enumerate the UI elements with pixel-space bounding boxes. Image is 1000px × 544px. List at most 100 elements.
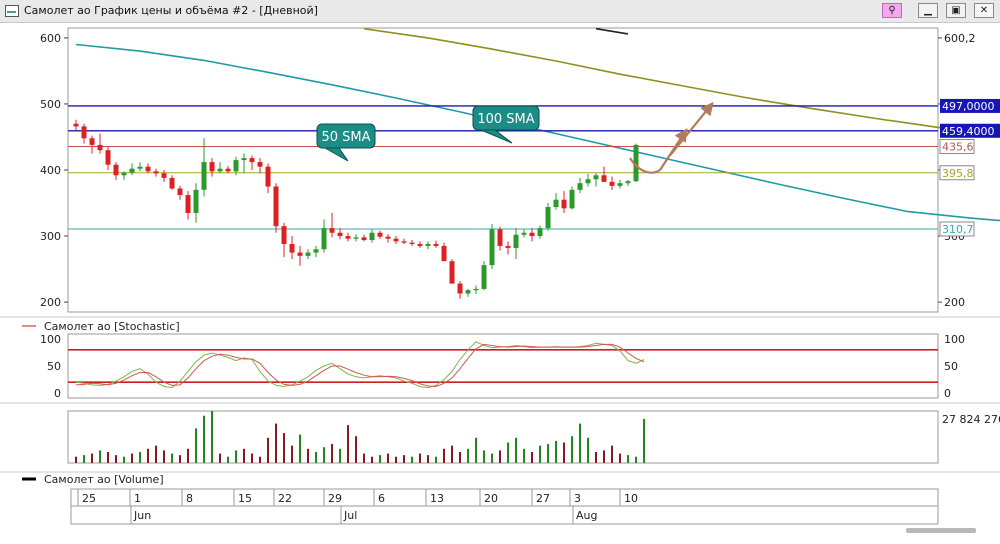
volume-bar <box>291 445 293 463</box>
volume-bar <box>211 411 213 463</box>
volume-bar <box>539 445 541 463</box>
volume-bar <box>355 436 357 463</box>
candle-body <box>561 199 567 209</box>
candle-body <box>265 166 271 187</box>
volume-bar <box>611 445 613 463</box>
candle-body <box>545 206 551 229</box>
chart-window-body: 50 SMA100 SMA 20020030030040040050050060… <box>0 23 1000 540</box>
candle-body <box>217 168 223 172</box>
candle-body <box>169 177 175 189</box>
chart-canvas[interactable]: 50 SMA100 SMA 20020030030040040050050060… <box>0 23 1000 540</box>
right-axis-label: 600,2 <box>944 32 976 45</box>
volume-bar <box>403 455 405 463</box>
candle-body <box>81 126 87 139</box>
volume-bar <box>395 456 397 463</box>
stochastic-line <box>75 343 645 388</box>
volume-bar <box>131 453 133 463</box>
volume-bar <box>83 455 85 463</box>
volume-bar <box>435 456 437 463</box>
callout-pointer <box>480 129 513 144</box>
candle-body <box>529 232 535 237</box>
volume-bar <box>499 450 501 463</box>
volume-bar <box>419 453 421 463</box>
date-label: 3 <box>574 492 581 505</box>
maximize-button[interactable]: ▣ <box>946 3 966 18</box>
volume-bar <box>115 455 117 463</box>
callout-pointer <box>323 147 349 162</box>
candle-body <box>121 172 127 176</box>
date-label: 8 <box>186 492 193 505</box>
date-label: 1 <box>134 492 141 505</box>
date-label: 29 <box>328 492 342 505</box>
candle-body <box>329 228 335 233</box>
volume-bar <box>307 448 309 463</box>
window-chart-icon <box>5 5 19 17</box>
date-label: 25 <box>82 492 96 505</box>
candle-body <box>193 189 199 213</box>
candle-body <box>497 229 503 246</box>
price-badge-label: 310,7 <box>942 223 974 236</box>
right-axis-label: 200 <box>944 296 965 309</box>
volume-bar <box>555 440 557 463</box>
candle-body <box>481 265 487 289</box>
volume-bar <box>235 450 237 463</box>
candle-body <box>209 162 215 172</box>
candle-body <box>201 162 207 190</box>
candle-body <box>345 236 351 239</box>
candle-body <box>281 226 287 244</box>
candle-body <box>129 168 135 173</box>
candle-body <box>161 173 167 178</box>
volume-bar <box>99 450 101 463</box>
volume-bar <box>267 437 269 463</box>
date-label: 22 <box>278 492 292 505</box>
close-button[interactable]: ✕ <box>974 3 994 18</box>
left-axis-label: 400 <box>40 164 61 177</box>
volume-panel-frame <box>67 410 939 464</box>
horizontal-scrollbar[interactable] <box>906 528 976 533</box>
volume-bar <box>635 456 637 463</box>
candle-body <box>593 175 599 180</box>
candle-body <box>513 234 519 248</box>
candle-body <box>489 229 495 266</box>
price-badge-label: 459,4000 <box>942 125 995 138</box>
candle-body <box>377 232 383 237</box>
volume-bar <box>147 448 149 463</box>
volume-bar <box>459 451 461 463</box>
date-label: 13 <box>430 492 444 505</box>
stochastic-left-label: 0 <box>54 387 61 400</box>
volume-bar <box>491 453 493 463</box>
candle-body <box>321 228 327 250</box>
candle-body <box>465 290 471 294</box>
volume-bar <box>467 448 469 463</box>
volume-bar <box>107 451 109 463</box>
callout-label: 50 SMA <box>321 130 370 145</box>
volume-bar <box>283 433 285 463</box>
candle-body <box>353 237 359 239</box>
volume-bar <box>387 453 389 463</box>
candle-body <box>409 242 415 244</box>
volume-bar <box>531 451 533 463</box>
upper-trend-segment <box>595 27 629 35</box>
volume-bar <box>643 418 645 463</box>
candle-body <box>537 228 543 237</box>
volume-bar <box>299 434 301 463</box>
candle-body <box>585 179 591 184</box>
volume-bar <box>155 445 157 463</box>
volume-bar <box>443 448 445 463</box>
minimize-button[interactable]: ▁ <box>918 3 938 18</box>
price-badge-label: 435,6 <box>942 140 974 153</box>
candle-body <box>433 243 439 246</box>
candle-body <box>89 138 95 145</box>
volume-bar <box>171 453 173 463</box>
projection-arrow <box>669 101 714 157</box>
volume-bar <box>451 445 453 463</box>
pin-button[interactable]: ⚲ <box>882 3 902 18</box>
volume-bar <box>571 436 573 463</box>
volume-bar <box>547 444 549 463</box>
candle-body <box>625 181 631 184</box>
volume-bar <box>331 444 333 463</box>
candle-body <box>577 183 583 190</box>
candle-body <box>137 166 143 169</box>
candle-body <box>385 236 391 239</box>
volume-bar <box>347 425 349 463</box>
